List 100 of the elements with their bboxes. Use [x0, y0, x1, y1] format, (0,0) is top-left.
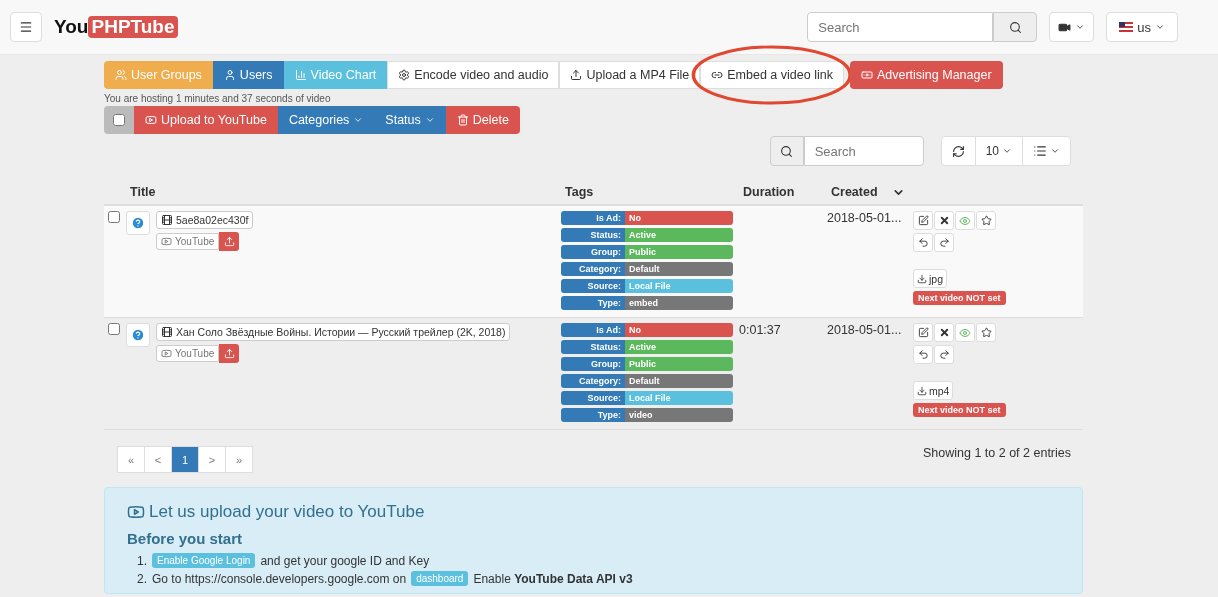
page-size-dropdown[interactable]: 10 — [974, 136, 1023, 166]
hosting-note: You are hosting 1 minutes and 37 seconds of video — [104, 93, 332, 104]
entries-info: Showing 1 to 2 of 2 entries — [923, 446, 1071, 462]
column-header[interactable]: Title — [130, 185, 156, 199]
undo-icon — [917, 237, 929, 248]
flag-icon — [1119, 22, 1134, 32]
tag-label: Source: Local File — [561, 391, 733, 405]
column-header[interactable]: Duration — [743, 185, 795, 199]
video-play-icon — [127, 503, 145, 521]
users-icon — [115, 69, 127, 81]
row-checkbox[interactable] — [108, 211, 120, 223]
next-video-label: Next video NOT set — [913, 291, 1006, 305]
search-icon — [1008, 20, 1022, 34]
logo: You PHPTube — [54, 16, 178, 38]
edit-icon — [917, 215, 929, 226]
delete-button[interactable] — [934, 211, 954, 230]
select-all-checkbox[interactable] — [113, 114, 125, 126]
youtube-label: YouTube — [156, 345, 220, 362]
menu-button[interactable]: Advertising Manager — [849, 61, 1003, 89]
created-date: 2018-05-01... — [827, 211, 902, 225]
thumbnail-icon — [126, 323, 150, 347]
columns-dropdown[interactable] — [1022, 136, 1071, 166]
menu-button[interactable] — [10, 12, 42, 42]
tag-label: Status: Active — [561, 228, 733, 242]
dropdown-button[interactable]: Status — [374, 106, 446, 134]
tag-label: Category: Default — [561, 262, 733, 276]
step-text: and get your google ID and Key — [260, 553, 430, 568]
menu-button[interactable]: Upload a MP4 File — [559, 61, 701, 89]
created-date: 2018-05-01... — [827, 323, 902, 337]
action-button[interactable]: Upload to YouTube — [134, 106, 278, 134]
menu-icon — [19, 20, 33, 34]
menu-button[interactable]: Encode video and audio — [387, 61, 560, 89]
banknote-icon — [860, 69, 873, 81]
next-video-label: Next video NOT set — [913, 403, 1006, 417]
trash-icon — [456, 114, 469, 126]
page-button[interactable]: « — [117, 446, 145, 473]
page-button[interactable]: » — [225, 446, 253, 473]
step-text: Enable YouTube Data API v3 — [473, 571, 633, 586]
duration-text: 0:01:37 — [739, 323, 781, 337]
redo-icon — [938, 237, 950, 248]
upload-icon — [570, 69, 583, 81]
camera-dropdown[interactable] — [1049, 12, 1095, 42]
action-button[interactable]: Delete — [445, 106, 520, 134]
upload-icon — [223, 236, 235, 247]
edit-button[interactable] — [913, 211, 933, 230]
select-all-button[interactable] — [104, 106, 134, 134]
close-icon — [938, 215, 950, 226]
menu-button[interactable]: Embed a video link — [700, 61, 844, 89]
star-button[interactable] — [976, 211, 996, 230]
step-number: 1. — [137, 553, 147, 568]
download-button[interactable]: mp4 — [913, 381, 954, 400]
tag-label: Group: Public — [561, 245, 733, 259]
undo-icon — [917, 349, 929, 360]
tag-label: Type: video — [561, 408, 733, 422]
download-icon — [917, 385, 927, 396]
video-play-icon — [145, 114, 157, 126]
menu-button[interactable]: Users — [212, 61, 284, 89]
tag-label: Group: Public — [561, 357, 733, 371]
upload-button[interactable] — [219, 344, 240, 363]
redo-icon — [938, 349, 950, 360]
youtube-label: YouTube — [156, 233, 220, 250]
caret-icon — [1002, 146, 1012, 156]
download-button[interactable]: jpg — [913, 269, 947, 288]
search-button[interactable] — [993, 12, 1038, 42]
video-play-icon — [161, 348, 172, 359]
film-icon — [161, 326, 173, 338]
list-icon — [1033, 144, 1047, 158]
star-icon — [980, 215, 992, 226]
search-button[interactable] — [769, 136, 804, 166]
dropdown-button[interactable]: Categories — [277, 106, 375, 134]
column-header[interactable]: Created — [831, 185, 878, 199]
tag-label: Category: Default — [561, 374, 733, 388]
page-button[interactable]: 1 — [171, 446, 199, 473]
search-icon — [780, 144, 794, 158]
page-button[interactable]: < — [144, 446, 172, 473]
step-text: Go to https://console.developers.google.com on — [152, 571, 407, 586]
bar-chart-icon — [294, 69, 307, 81]
video-play-icon — [161, 236, 172, 247]
edit-button[interactable] — [913, 323, 933, 342]
row-checkbox[interactable] — [108, 323, 120, 335]
language-dropdown[interactable]: us — [1106, 12, 1178, 42]
eye-icon — [959, 326, 971, 339]
refresh-button[interactable] — [940, 136, 976, 166]
tag-label: Is Ad: No — [561, 211, 733, 225]
panel-title: Let us upload your video to YouTube — [149, 502, 425, 522]
user-icon — [223, 69, 236, 81]
table-search-field[interactable]: Search — [803, 136, 924, 166]
panel-subtitle: Before you start — [127, 530, 244, 547]
column-header[interactable]: Tags — [565, 185, 594, 199]
refresh-icon — [951, 144, 965, 158]
caret-icon — [1075, 22, 1086, 32]
page-button[interactable]: > — [198, 446, 226, 473]
star-button[interactable] — [976, 323, 996, 342]
caret-icon — [1155, 22, 1165, 32]
upload-button[interactable] — [219, 232, 240, 251]
search-field[interactable]: Search — [807, 12, 994, 42]
star-icon — [980, 327, 992, 338]
video-title: 5ae8a02ec430f — [156, 211, 254, 229]
delete-button[interactable] — [934, 323, 954, 342]
video-title: Хан Соло Звёздные Войны. Истории — Русский трейлер (2K, 2018) — [156, 323, 511, 341]
